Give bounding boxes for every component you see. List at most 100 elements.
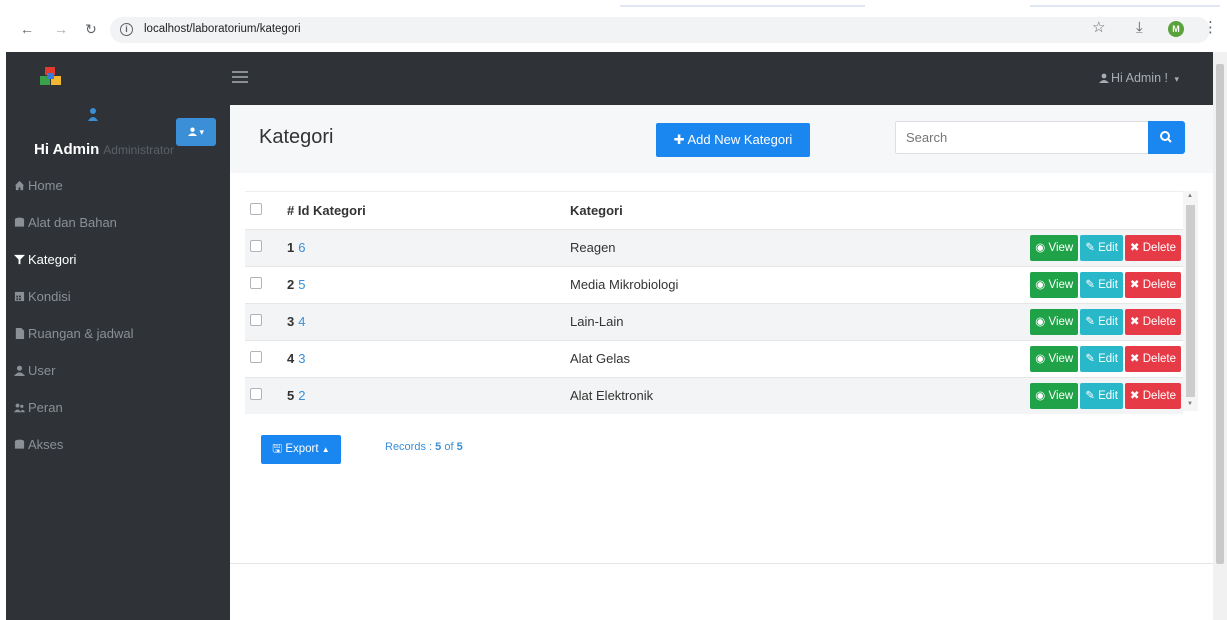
sidebar-user-name: Hi Admin Administrator xyxy=(34,141,174,158)
sidebar-item-kondisi[interactable]: Kondisi xyxy=(6,286,230,323)
edit-button[interactable]: ✎ Edit xyxy=(1080,271,1123,298)
back-icon[interactable]: ← xyxy=(18,20,36,38)
user-icon xyxy=(1099,73,1110,83)
tab-edge xyxy=(620,5,865,7)
row-checkbox[interactable] xyxy=(250,277,262,289)
edit-label: Edit xyxy=(1098,315,1118,328)
view-button[interactable]: ◉ View xyxy=(1030,382,1079,409)
sidebar-item-peran[interactable]: Peran xyxy=(6,397,230,434)
table-row: 1 6 Reagen ◉ View ✎ Edit ✖ Delete xyxy=(245,228,1183,266)
user-menu[interactable]: Hi Admin ! ▾ xyxy=(1099,71,1179,85)
table-scrollbar[interactable]: ▲ ▼ xyxy=(1183,191,1198,411)
info-icon[interactable]: i xyxy=(120,23,133,36)
view-label: View xyxy=(1048,389,1074,402)
eye-icon: ◉ xyxy=(1035,241,1046,254)
tab-edge xyxy=(1030,5,1220,7)
row-kategori: Alat Gelas xyxy=(570,339,950,377)
app-logo-icon xyxy=(40,67,61,85)
sidebar: Hi Admin Administrator ▾ Home Alat dan Bah… xyxy=(6,105,230,620)
delete-button[interactable]: ✖ Delete xyxy=(1124,234,1181,261)
scrollbar-thumb[interactable] xyxy=(1216,64,1224,564)
edit-icon: ✎ xyxy=(1085,389,1095,402)
tab-strip xyxy=(0,0,1227,10)
edit-button[interactable]: ✎ Edit xyxy=(1080,345,1123,372)
row-checkbox[interactable] xyxy=(250,314,262,326)
reload-icon[interactable]: ↻ xyxy=(82,20,100,38)
close-icon: ✖ xyxy=(1129,315,1140,328)
content-header: Kategori ✚ Add New Kategori xyxy=(230,105,1213,173)
address-bar[interactable]: i localhost/laboratorium/kategori xyxy=(110,17,1210,43)
sidebar-item-akses[interactable]: Akses xyxy=(6,434,230,471)
view-button[interactable]: ◉ View xyxy=(1030,345,1079,372)
view-button[interactable]: ◉ View xyxy=(1030,271,1079,298)
row-number: 1 xyxy=(287,240,295,255)
profile-avatar[interactable]: M xyxy=(1168,21,1184,37)
delete-label: Delete xyxy=(1142,241,1176,254)
search-input[interactable] xyxy=(895,121,1149,154)
edit-label: Edit xyxy=(1098,352,1118,365)
export-label: Export xyxy=(285,443,319,455)
page-title: Kategori xyxy=(259,126,334,148)
row-checkbox[interactable] xyxy=(250,351,262,363)
download-icon[interactable]: ⤓ xyxy=(1136,19,1143,37)
menu-kebab-icon[interactable]: ⋮ xyxy=(1203,19,1218,37)
close-icon: ✖ xyxy=(1129,278,1140,291)
star-icon[interactable]: ☆ xyxy=(1092,19,1105,37)
table-scrollbar-thumb[interactable] xyxy=(1186,205,1195,397)
edit-icon: ✎ xyxy=(1085,315,1095,328)
scroll-up-icon[interactable]: ▲ xyxy=(1187,193,1193,199)
delete-button[interactable]: ✖ Delete xyxy=(1124,271,1181,298)
table-row: 3 4 Lain-Lain ◉ View ✎ Edit ✖ Delete xyxy=(245,302,1183,340)
row-id-link[interactable]: 5 xyxy=(298,277,305,292)
edit-button[interactable]: ✎ Edit xyxy=(1080,234,1123,261)
database-icon xyxy=(14,437,28,452)
page-scrollbar[interactable] xyxy=(1213,52,1227,620)
delete-button[interactable]: ✖ Delete xyxy=(1124,345,1181,372)
eye-icon: ◉ xyxy=(1035,352,1046,365)
view-button[interactable]: ◉ View xyxy=(1030,308,1079,335)
sidebar-item-label: Home xyxy=(28,178,63,193)
delete-button[interactable]: ✖ Delete xyxy=(1124,308,1181,335)
edit-button[interactable]: ✎ Edit xyxy=(1080,308,1123,335)
sidebar-item-user[interactable]: User xyxy=(6,360,230,397)
select-all-checkbox[interactable] xyxy=(250,202,262,215)
export-button[interactable]: 🖫 Export ▲ xyxy=(261,435,341,464)
sidebar-item-home[interactable]: Home xyxy=(6,175,230,212)
row-id-link[interactable]: 3 xyxy=(298,351,305,366)
row-checkbox[interactable] xyxy=(250,388,262,401)
scroll-down-icon[interactable]: ▼ xyxy=(1187,401,1193,407)
sidebar-item-label: Akses xyxy=(28,437,64,452)
forward-icon[interactable]: → xyxy=(52,20,70,38)
row-id-link[interactable]: 6 xyxy=(298,240,305,255)
close-icon: ✖ xyxy=(1129,352,1140,365)
row-id-link[interactable]: 4 xyxy=(298,314,305,329)
edit-button[interactable]: ✎ Edit xyxy=(1080,382,1123,409)
records-shown: 5 xyxy=(435,441,442,453)
sidebar-toggle-icon[interactable] xyxy=(232,71,248,83)
table-header-row: # Id Kategori Kategori xyxy=(245,192,1183,229)
delete-label: Delete xyxy=(1142,389,1176,402)
sidebar-item-label: User xyxy=(28,363,56,378)
row-checkbox[interactable] xyxy=(250,240,262,252)
column-header-kategori[interactable]: Kategori xyxy=(570,192,950,229)
sidebar-item-label: Ruangan & jadwal xyxy=(28,326,134,341)
add-kategori-button[interactable]: ✚ Add New Kategori xyxy=(656,123,810,157)
calculator-icon xyxy=(14,289,28,304)
sidebar-item-alat-dan-bahan[interactable]: Alat dan Bahan xyxy=(6,212,230,249)
close-icon: ✖ xyxy=(1129,389,1140,402)
sidebar-item-label: Alat dan Bahan xyxy=(28,215,117,230)
view-button[interactable]: ◉ View xyxy=(1030,234,1079,261)
url-text[interactable]: localhost/laboratorium/kategori xyxy=(144,23,301,35)
sidebar-item-ruangan-jadwal[interactable]: Ruangan & jadwal xyxy=(6,323,230,360)
column-header-id[interactable]: # Id Kategori xyxy=(287,192,570,229)
delete-button[interactable]: ✖ Delete xyxy=(1124,382,1181,409)
records-prefix: Records : xyxy=(385,441,433,453)
table-row: 2 5 Media Mikrobiologi ◉ View ✎ Edit ✖ Delete xyxy=(245,265,1183,303)
search-button[interactable] xyxy=(1148,121,1185,154)
row-id-link[interactable]: 2 xyxy=(298,388,305,403)
user-avatar-icon xyxy=(88,108,98,121)
close-icon: ✖ xyxy=(1129,241,1140,254)
user-dropdown-button[interactable]: ▾ xyxy=(176,118,216,146)
sidebar-item-kategori[interactable]: Kategori xyxy=(6,249,230,286)
user-name: Hi Admin xyxy=(34,141,100,158)
